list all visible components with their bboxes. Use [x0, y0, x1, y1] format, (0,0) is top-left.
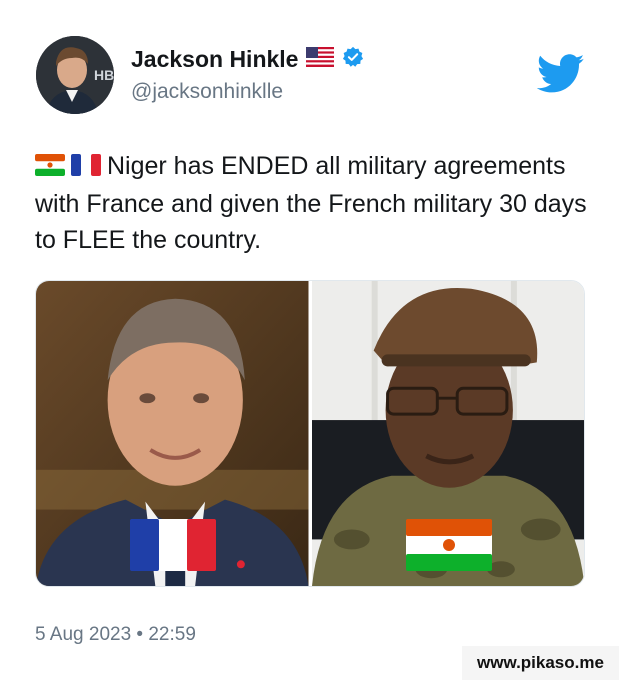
us-flag-icon — [306, 47, 335, 72]
svg-text:HB: HB — [94, 67, 114, 83]
verified-badge-icon — [342, 46, 364, 73]
watermark: www.pikaso.me — [462, 646, 619, 680]
france-flag-icon — [130, 519, 216, 576]
twitter-bird-icon — [536, 54, 585, 99]
author-handle[interactable]: @jacksonhinklle — [131, 80, 283, 104]
author-display-name[interactable]: Jackson Hinkle — [131, 46, 298, 73]
tweet-media[interactable] — [35, 280, 585, 587]
tweet-timestamp[interactable]: 5 Aug 2023 • 22:59 — [35, 624, 196, 646]
tweet-text: Niger has ENDED all military agreements … — [35, 148, 595, 258]
niger-flag-icon — [405, 519, 492, 576]
tweet-body: Niger has ENDED all military agreements … — [35, 152, 587, 254]
left-photo[interactable] — [36, 281, 309, 586]
niger-flag-emoji-icon — [35, 150, 65, 186]
france-flag-emoji-icon — [71, 150, 101, 186]
right-photo[interactable] — [311, 281, 584, 586]
avatar[interactable]: HB — [36, 36, 114, 114]
